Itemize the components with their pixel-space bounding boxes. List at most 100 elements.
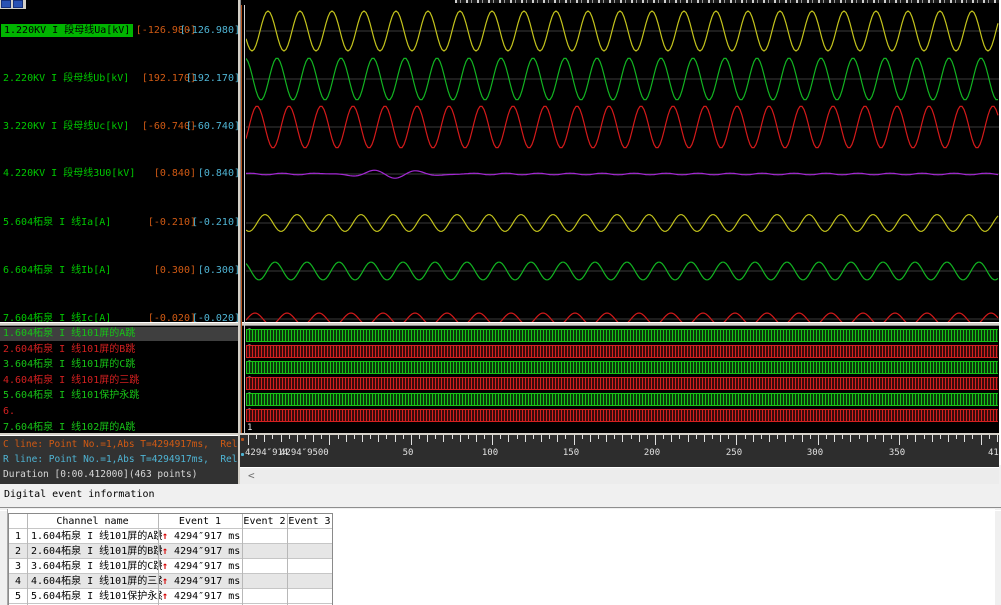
axis-tick (802, 435, 803, 442)
axis-tick (419, 435, 420, 439)
event1-cell: ↑ 4294″917 ms (158, 529, 246, 544)
row-number: 1 (9, 529, 27, 544)
table-row[interactable]: 11.604柘泉 I 线101屏的A跳↑ 4294″917 ms (9, 529, 332, 544)
axis-tick (793, 435, 794, 439)
axis-tick (785, 435, 786, 442)
digital-channel-row[interactable]: 7.604柘泉 I 线102屏的A跳 (0, 421, 238, 433)
analog-channel-label[interactable]: 2.220KV I 段母线Ub[kV] (3, 72, 129, 85)
axis-tick-label: 300 (807, 448, 823, 458)
analog-channel-row[interactable]: 1.220KV I 段母线Ua[kV][-126.980][-126.980] (0, 24, 238, 37)
axis-tick (248, 435, 249, 445)
digital-state-bar (246, 361, 998, 374)
digital-channel-row[interactable]: 2.604柘泉 I 线101屏的B跳 (0, 343, 238, 357)
axis-tick (272, 435, 273, 439)
event3-cell (287, 544, 332, 559)
event-channel-name: 4.604柘泉 I 线101屏的三跳 (27, 574, 162, 589)
scroll-left-arrow-icon[interactable]: < (248, 469, 255, 483)
axis-tick-label: 100 (482, 448, 498, 458)
digital-state-bar (246, 377, 998, 390)
analog-channel-label[interactable]: 1.220KV I 段母线Ua[kV] (1, 24, 133, 37)
c-cursor-marker (241, 438, 244, 441)
analog-channel-row[interactable]: 5.604柘泉 I 线Ia[A][-0.210][-0.210] (0, 216, 238, 229)
rising-edge-arrow-icon: ↑ (162, 591, 174, 602)
axis-tick (915, 435, 916, 442)
axis-tick (484, 435, 485, 439)
rising-edge-arrow-icon: ↑ (162, 561, 174, 572)
axis-tick-label: 200 (644, 448, 660, 458)
digital-channel-label[interactable]: 3.604柘泉 I 线101屏的C跳 (3, 358, 135, 372)
analog-channel-row[interactable]: 3.220KV I 段母线Uc[kV][-60.740][-60.740] (0, 120, 238, 133)
table-row[interactable]: Channel nameEvent 1Event 2Event 3 (9, 514, 332, 529)
time-axis-ruler[interactable]: 4294″9144294″95005010015020025030035041 (240, 435, 999, 467)
event2-cell (242, 559, 287, 574)
analog-channel-label[interactable]: 5.604柘泉 I 线Ia[A] (3, 216, 111, 229)
digital-channel-row[interactable]: 5.604柘泉 I 线101保护永跳 (0, 389, 238, 403)
axis-tick (460, 435, 461, 442)
toolbar-nav-button-2[interactable] (13, 0, 23, 8)
axis-tick (598, 435, 599, 439)
horizontal-scrollbar[interactable]: < (240, 467, 999, 485)
axis-tick (655, 435, 656, 445)
analog-digital-splitter[interactable] (0, 322, 999, 326)
c-cursor-line[interactable] (241, 5, 242, 433)
event2-cell (242, 529, 287, 544)
digital-channel-row[interactable]: 6. (0, 405, 238, 419)
analog-channel-row[interactable]: 2.220KV I 段母线Ub[kV][192.170][192.170] (0, 72, 238, 85)
axis-tick (972, 435, 973, 439)
event-table-panel: Channel nameEvent 1Event 2Event 311.604柘… (7, 509, 995, 605)
c-line-status: C line: Point No.=1,Abs T=4294917ms, Rel… (3, 439, 238, 450)
analog-channel-row[interactable]: 4.220KV I 段母线3U0[kV][0.840][0.840] (0, 167, 238, 180)
axis-tick (688, 435, 689, 442)
axis-tick-label: 0 (323, 448, 328, 458)
event1-cell: ↑ 4294″917 ms (158, 574, 246, 589)
analog-channel-label[interactable]: 3.220KV I 段母线Uc[kV] (3, 120, 129, 133)
digital-channel-row[interactable]: 1.604柘泉 I 线101屏的A跳 (0, 327, 238, 341)
column-header: Event 2 (242, 514, 287, 529)
r-cursor-value: [0.300] (170, 264, 238, 277)
r-cursor-line[interactable] (244, 5, 245, 433)
cursor-status-panel: C line: Point No.=1,Abs T=4294917ms, Rel… (0, 435, 238, 485)
toolbar-nav-button-1[interactable] (1, 0, 11, 8)
analog-channel-row[interactable]: 6.604柘泉 I 线Ib[A][0.300][0.300] (0, 264, 238, 277)
event1-cell: ↑ 4294″917 ms (158, 544, 246, 559)
axis-tick (745, 435, 746, 439)
axis-tick-label: 41 (988, 448, 999, 458)
axis-tick (704, 435, 705, 442)
column-header: Event 1 (158, 514, 242, 529)
event-table[interactable]: Channel nameEvent 1Event 2Event 311.604柘… (8, 513, 333, 605)
digital-channel-label[interactable]: 7.604柘泉 I 线102屏的A跳 (3, 421, 135, 433)
table-row[interactable]: 55.604柘泉 I 线101保护永跳↑ 4294″917 ms (9, 589, 332, 604)
event3-cell (287, 589, 332, 604)
section-title: Digital event information (4, 489, 155, 500)
axis-tick (940, 435, 941, 439)
axis-tick-label: 250 (726, 448, 742, 458)
digital-channel-row[interactable]: 3.604柘泉 I 线101屏的C跳 (0, 358, 238, 372)
table-row[interactable]: 44.604柘泉 I 线101屏的三跳↑ 4294″917 ms (9, 574, 332, 589)
r-line-status: R line: Point No.=1,Abs T=4294917ms, Rel… (3, 454, 238, 465)
digital-channel-label[interactable]: 2.604柘泉 I 线101屏的B跳 (3, 343, 135, 357)
table-gridline (27, 514, 28, 605)
axis-tick (728, 435, 729, 439)
axis-tick (403, 435, 404, 439)
event2-cell (242, 574, 287, 589)
waveform-analyzer-window: 1.220KV I 段母线Ua[kV][-126.980][-126.980] 2… (0, 0, 1001, 605)
axis-tick (370, 435, 371, 439)
analog-channel-label[interactable]: 6.604柘泉 I 线Ib[A] (3, 264, 111, 277)
axis-tick (525, 435, 526, 442)
digital-channel-label[interactable]: 1.604柘泉 I 线101屏的A跳 (3, 327, 135, 341)
table-row[interactable]: 33.604柘泉 I 线101屏的C跳↑ 4294″917 ms (9, 559, 332, 574)
r-cursor-value: [0.840] (170, 167, 238, 180)
event1-time: 4294″917 ms (174, 561, 240, 572)
analog-channel-label[interactable]: 4.220KV I 段母线3U0[kV] (3, 167, 135, 180)
event2-cell (242, 589, 287, 604)
digital-channel-label[interactable]: 5.604柘泉 I 线101保护永跳 (3, 389, 139, 403)
digital-channel-label[interactable]: 4.604柘泉 I 线101屏的三跳 (3, 374, 139, 388)
analog-waveform-plot[interactable] (246, 5, 999, 322)
digital-state-bar (246, 345, 998, 358)
digital-channel-label[interactable]: 6. (3, 405, 15, 419)
rising-edge-arrow-icon: ↑ (162, 576, 174, 587)
digital-channel-row[interactable]: 4.604柘泉 I 线101屏的三跳 (0, 374, 238, 388)
axis-tick (907, 435, 908, 439)
table-row[interactable]: 22.604柘泉 I 线101屏的B跳↑ 4294″917 ms (9, 544, 332, 559)
column-header: Channel name (27, 514, 158, 529)
